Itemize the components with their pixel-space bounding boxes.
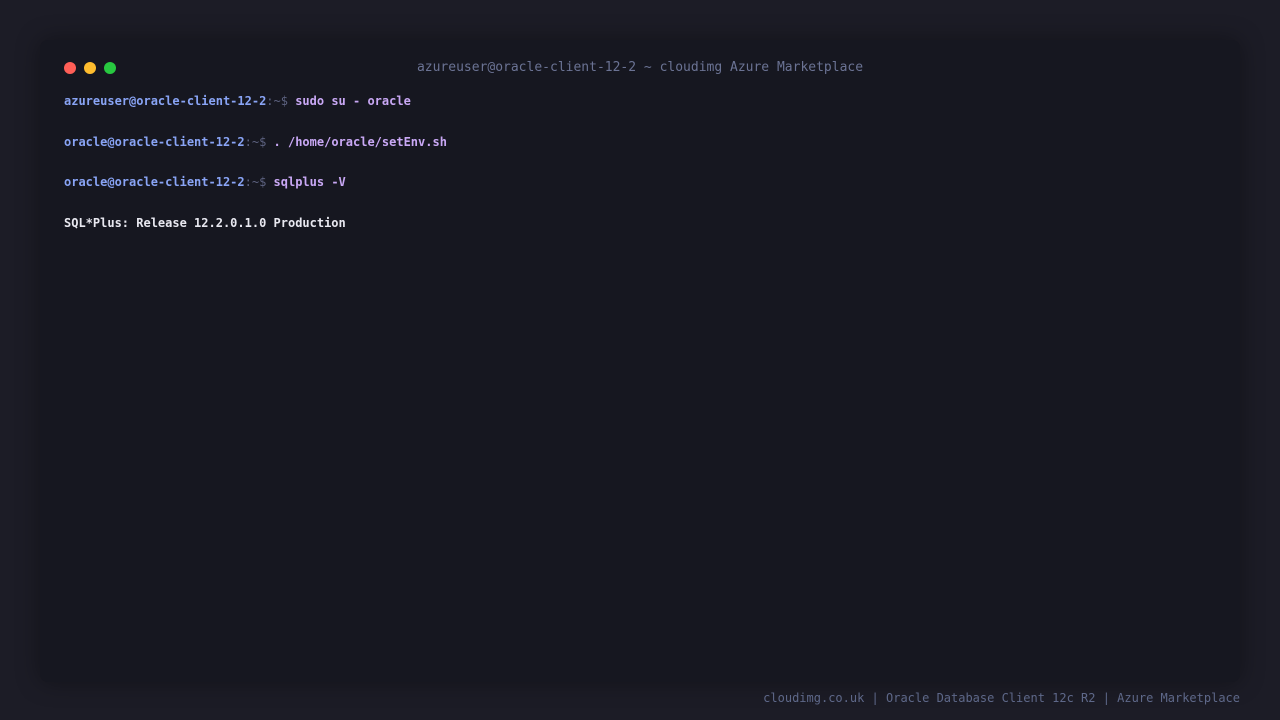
prompt-separator: :~$ — [266, 94, 296, 108]
prompt-separator: :~$ — [244, 175, 274, 189]
command-text: sudo su - oracle — [295, 94, 411, 108]
footer-caption: cloudimg.co.uk | Oracle Database Client … — [763, 691, 1240, 705]
terminal-line-3: oracle@oracle-client-12-2:~$ sqlplus -V — [64, 173, 1216, 191]
prompt-user-host: oracle@oracle-client-12-2 — [64, 134, 245, 149]
terminal-line-2: oracle@oracle-client-12-2:~$ . /home/ora… — [64, 133, 1216, 151]
title-bar: azureuser@oracle-client-12-2 ~ cloudimg … — [40, 40, 1240, 96]
prompt-separator: :~$ — [244, 134, 274, 149]
prompt-user-host: azureuser@oracle-client-12-2 — [64, 94, 267, 108]
prompt-user-host: oracle@oracle-client-12-2 — [64, 175, 245, 189]
command-text: . /home/oracle/setEnv.sh — [273, 134, 447, 149]
command-text: sqlplus -V — [273, 175, 346, 189]
terminal-output-area[interactable]: azureuser@oracle-client-12-2:~$ sudo su … — [64, 92, 1216, 254]
terminal-line-1: azureuser@oracle-client-12-2:~$ sudo su … — [64, 92, 1216, 110]
window-title: azureuser@oracle-client-12-2 ~ cloudimg … — [416, 60, 864, 75]
command-output: SQL*Plus: Release 12.2.0.1.0 Production — [64, 215, 346, 230]
terminal-window[interactable]: azureuser@oracle-client-12-2 ~ cloudimg … — [40, 40, 1240, 682]
